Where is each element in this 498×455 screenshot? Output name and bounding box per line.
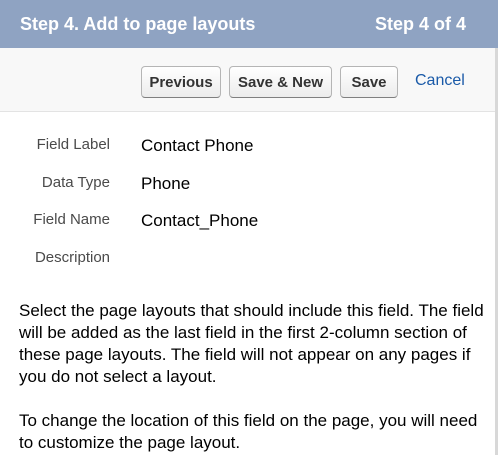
detail-row-field-name: Field Name Contact_Phone [0, 211, 498, 235]
field-wizard-page: Step 4. Add to page layouts Step 4 of 4 … [0, 0, 498, 455]
instructions-paragraph: Select the page layouts that should incl… [19, 301, 484, 386]
cancel-link[interactable]: Cancel [415, 72, 465, 90]
step-header: Step 4. Add to page layouts Step 4 of 4 [0, 0, 498, 48]
save-button[interactable]: Save [340, 66, 398, 98]
description-label: Description [34, 249, 110, 266]
layout-instructions: Select the page layouts that should incl… [19, 300, 489, 455]
save-and-new-button[interactable]: Save & New [229, 66, 332, 98]
field-name-value: Contact_Phone [141, 211, 259, 230]
data-type-value: Phone [141, 174, 191, 193]
field-name-label: Field Name [33, 211, 110, 228]
detail-row-description: Description [0, 249, 498, 273]
field-label-label: Field Label [36, 136, 110, 153]
step-indicator: Step 4 of 4 [374, 13, 466, 34]
detail-row-data-type: Data Type Phone [0, 174, 498, 198]
field-label-value: Contact Phone [141, 136, 254, 155]
instructions-paragraph: To change the location of this field on … [19, 411, 478, 452]
detail-row-field-label: Field Label Contact Phone [0, 136, 498, 160]
data-type-label: Data Type [41, 174, 110, 191]
previous-button[interactable]: Previous [141, 66, 221, 98]
step-title: Step 4. Add to page layouts [20, 13, 256, 34]
